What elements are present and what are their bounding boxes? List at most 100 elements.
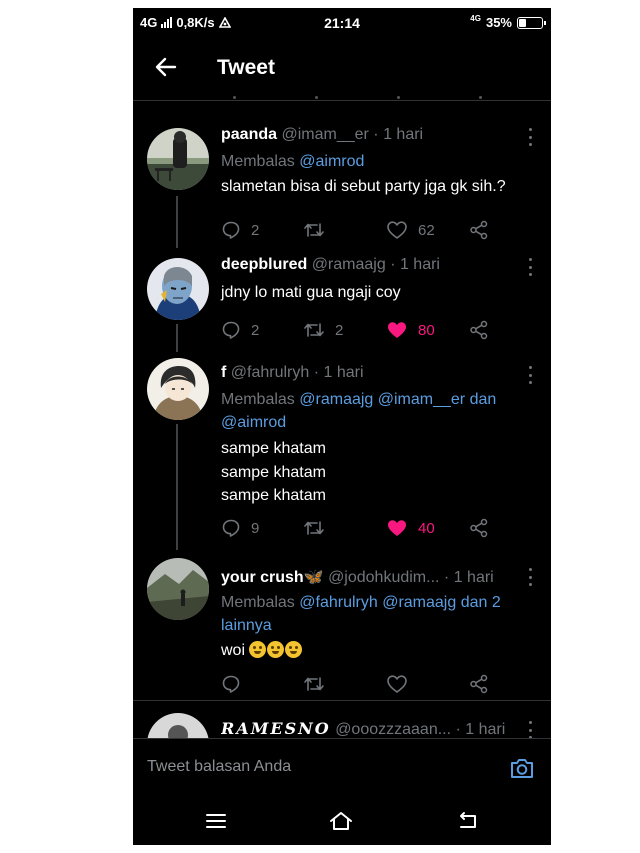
like-button[interactable]: 40 <box>386 518 435 538</box>
share-button[interactable] <box>469 320 489 340</box>
display-name[interactable]: paanda <box>221 126 277 143</box>
tweet-text: woi <box>221 639 531 663</box>
share-button[interactable] <box>469 220 489 240</box>
display-name[interactable]: your crush🦋 <box>221 569 324 586</box>
mention-link[interactable]: @aimrod <box>299 153 364 170</box>
phone-screen: 4G 0,8K/s 21:14 4G 35% Tweet paanda @ima… <box>133 8 551 845</box>
retweet-icon <box>304 677 324 691</box>
reply-button[interactable]: 9 <box>221 518 259 538</box>
share-icon <box>470 518 488 538</box>
thread-line <box>176 424 178 550</box>
reply-button[interactable]: 2 <box>221 220 259 240</box>
crying-emoji-icon <box>249 641 267 658</box>
tweet-header: RAMESNO @ooozzzaaan... · 1 hari <box>221 719 521 738</box>
tweet-text: jdny lo mati gua ngaji coy <box>221 281 531 305</box>
network-type-right: 4G <box>470 14 481 23</box>
tweet-text: sampe khatam sampe khatam sampe khatam <box>221 437 531 508</box>
display-name[interactable]: RAMESNO <box>221 719 331 738</box>
mention-link[interactable]: @aimrod <box>221 411 531 434</box>
share-icon <box>470 674 488 694</box>
like-button[interactable]: 80 <box>386 320 435 340</box>
avatar[interactable] <box>147 713 209 738</box>
mention-link[interactable]: lainnya <box>221 614 531 637</box>
retweet-icon <box>304 323 324 337</box>
reply-icon <box>222 321 240 339</box>
camera-icon[interactable] <box>509 755 535 781</box>
reply-button[interactable] <box>221 674 251 694</box>
user-handle[interactable]: @imam__er <box>281 126 368 143</box>
avatar[interactable] <box>147 558 209 620</box>
like-button[interactable]: 62 <box>386 220 435 240</box>
heart-icon <box>388 520 406 536</box>
tweet-header: deepblured @ramaajg · 1 hari <box>221 256 521 274</box>
tweet-time: · 1 hari <box>455 721 506 738</box>
replying-to-label: Membalas <box>221 153 295 170</box>
header-divider <box>133 100 551 101</box>
like-button[interactable] <box>386 674 418 694</box>
page-title: Tweet <box>217 56 275 79</box>
heart-icon <box>387 675 407 693</box>
display-name[interactable]: f <box>221 364 226 381</box>
rofl-emoji-icon <box>285 641 303 658</box>
replying-to: Membalas @aimrod <box>221 150 531 173</box>
reply-compose-bar: Tweet balasan Anda <box>133 738 551 798</box>
tweet-actions: 9 40 <box>221 518 531 540</box>
tweet-text-line: slametan bisa di sebut party jga gk sih.… <box>221 178 506 195</box>
more-icon[interactable] <box>527 568 533 586</box>
reply-button[interactable]: 2 <box>221 320 259 340</box>
avatar[interactable] <box>147 358 209 420</box>
avatar[interactable] <box>147 128 209 190</box>
reply-icon <box>222 519 240 537</box>
retweet-button[interactable] <box>303 674 335 694</box>
tweet-time: · 1 hari <box>443 569 494 586</box>
more-icon[interactable] <box>527 128 533 146</box>
retweet-button[interactable]: 2 <box>303 320 343 340</box>
tweet-time: · 1 hari <box>373 126 424 143</box>
more-icon[interactable] <box>527 258 533 276</box>
display-name[interactable]: deepblured <box>221 256 307 273</box>
replying-to: Membalas @fahrulryh @ramaajg dan 2 lainn… <box>221 591 531 637</box>
thread-line <box>176 196 178 248</box>
replying-to: Membalas @ramaajg @imam__er dan @aimrod <box>221 388 531 434</box>
user-handle[interactable]: @jodohkudim... <box>328 569 439 586</box>
reply-input[interactable]: Tweet balasan Anda <box>147 758 291 776</box>
user-handle[interactable]: @ooozzzaaan... <box>335 721 451 738</box>
menu-icon[interactable] <box>203 810 229 832</box>
tweet-text-line: sampe khatam <box>221 440 326 457</box>
avatar[interactable] <box>147 258 209 320</box>
share-button[interactable] <box>469 518 489 538</box>
tweet-time: · 1 hari <box>390 256 440 273</box>
user-handle[interactable]: @fahrulryh <box>231 364 310 381</box>
retweet-icon <box>304 223 324 237</box>
mention-link[interactable]: @fahrulryh @ramaajg dan 2 <box>299 594 500 611</box>
more-icon[interactable] <box>527 721 533 738</box>
tweet-text: slametan bisa di sebut party jga gk sih.… <box>221 175 531 199</box>
home-icon[interactable] <box>328 810 354 832</box>
reply-count: 9 <box>251 519 260 537</box>
share-button[interactable] <box>469 674 489 694</box>
back-nav-icon[interactable] <box>455 810 481 832</box>
share-icon <box>470 320 488 340</box>
more-icon[interactable] <box>527 366 533 384</box>
tweet-actions <box>221 674 531 696</box>
reply-count: 2 <box>251 221 260 239</box>
like-count: 62 <box>418 221 435 239</box>
share-icon <box>470 220 488 240</box>
retweet-button[interactable] <box>303 518 335 538</box>
mention-link[interactable]: @ramaajg @imam__er dan <box>299 391 496 408</box>
tweet-text-line: sampe khatam <box>221 463 326 481</box>
tweet-actions: 2 2 80 <box>221 320 531 342</box>
reply-icon <box>222 221 240 239</box>
user-handle[interactable]: @ramaajg <box>312 256 386 273</box>
replying-to-label: Membalas <box>221 594 295 611</box>
retweet-button[interactable] <box>303 220 335 240</box>
tweet-item[interactable]: RAMESNO @ooozzzaaan... · 1 hari <box>133 701 551 738</box>
tweet-header: paanda @imam__er · 1 hari <box>221 126 521 144</box>
replying-to-label: Membalas <box>221 391 295 408</box>
heart-icon <box>388 322 406 338</box>
like-count: 80 <box>418 321 435 339</box>
back-arrow-icon[interactable] <box>153 54 179 80</box>
tweet-text-line: sampe khatam <box>221 487 326 504</box>
battery-fill <box>519 18 527 27</box>
tweet-header: your crush🦋 @jodohkudim... · 1 hari <box>221 567 521 587</box>
